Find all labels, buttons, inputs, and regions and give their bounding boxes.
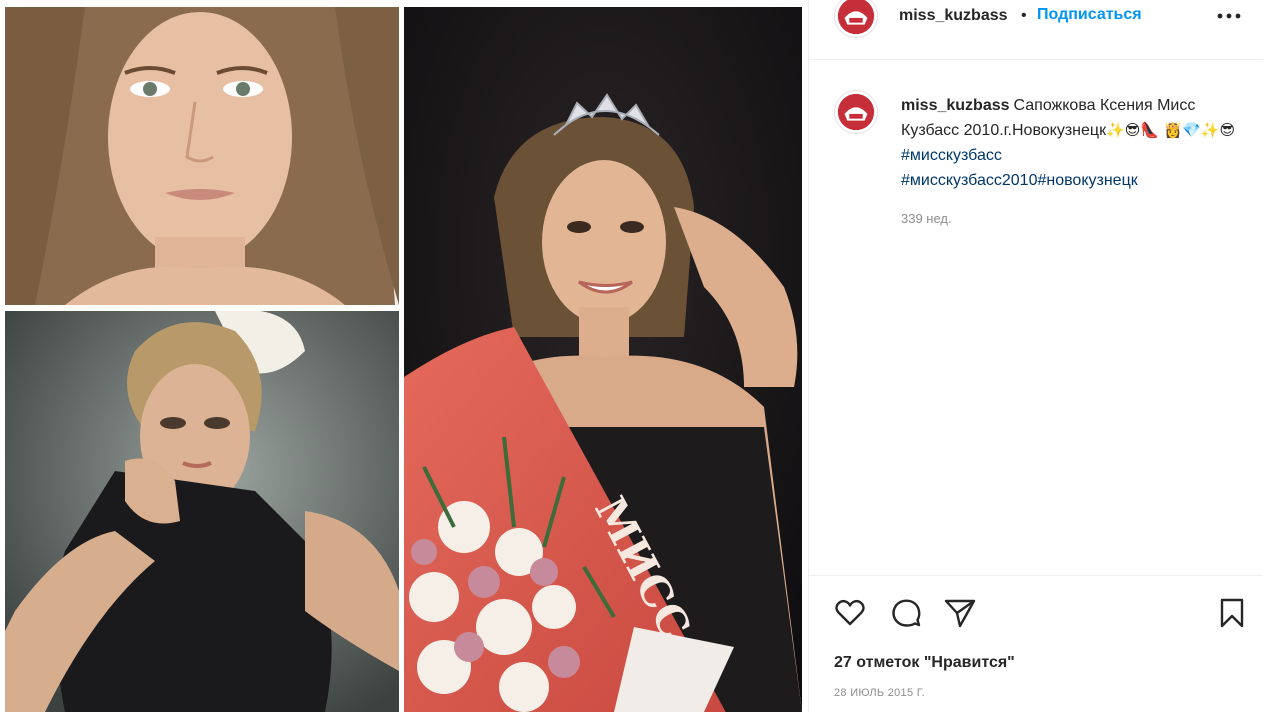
post-caption: miss_kuzbass Сапожкова Ксения Мисс Кузбас…	[901, 93, 1241, 193]
portrait-photo-top-left	[5, 7, 399, 305]
likes-count[interactable]: 27 отметок "Нравится"	[834, 654, 1015, 672]
more-horizontal-icon[interactable]	[1214, 4, 1244, 28]
pageant-crown-photo: МИСС	[404, 7, 802, 712]
post-details-panel: miss_kuzbass • Подписаться miss_kuzbass С…	[808, 0, 1280, 712]
username-link[interactable]: miss_kuzbass	[899, 7, 1008, 25]
caption-avatar[interactable]	[834, 90, 878, 134]
follow-button[interactable]: Подписаться	[1037, 6, 1142, 24]
hashtag-link[interactable]: #мисскузбасс	[901, 147, 1002, 164]
caption-emoji-group-2: 👸💎✨😎	[1163, 121, 1236, 139]
hashtag-link[interactable]: #мисскузбасс2010	[901, 172, 1037, 189]
post-header: miss_kuzbass • Подписаться	[809, 0, 1263, 60]
post-action-bar: 27 отметок "Нравится" 28 ИЮЛЬ 2015 Г.	[809, 575, 1263, 712]
profile-avatar[interactable]	[834, 0, 878, 38]
post-image-collage[interactable]: МИСС	[0, 0, 808, 712]
caption-emoji-group-1: ✨😎👠	[1106, 121, 1160, 139]
bookmark-icon[interactable]	[1215, 596, 1249, 630]
hashtag-link[interactable]: #новокузнецк	[1037, 172, 1137, 189]
post-age: 339 нед.	[901, 211, 952, 226]
heart-icon[interactable]	[833, 596, 867, 630]
paper-plane-icon[interactable]	[943, 596, 977, 630]
comment-icon[interactable]	[889, 596, 923, 630]
separator-dot: •	[1021, 7, 1027, 24]
portrait-photo-bottom-left	[5, 311, 399, 712]
post-date: 28 ИЮЛЬ 2015 Г.	[834, 687, 926, 699]
caption-username-link[interactable]: miss_kuzbass	[901, 97, 1010, 114]
